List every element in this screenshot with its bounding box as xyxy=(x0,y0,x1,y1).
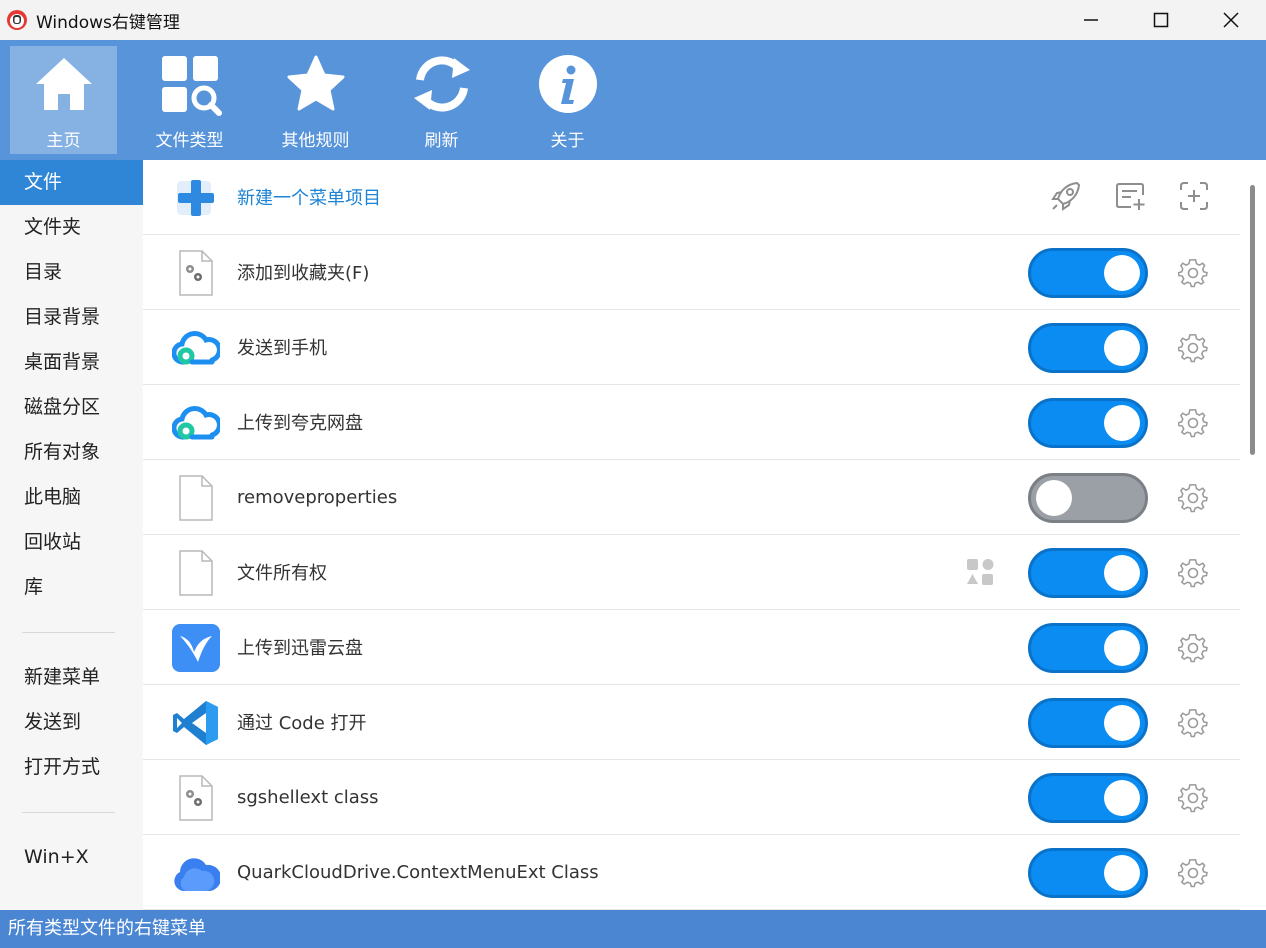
list-item[interactable]: QuarkCloudDrive.ContextMenuExt Class xyxy=(143,835,1240,910)
sidebar-item-all-objects[interactable]: 所有对象 xyxy=(0,430,143,475)
gear-icon[interactable] xyxy=(1178,483,1208,513)
window-title: Windows右键管理 xyxy=(36,12,180,33)
rocket-icon[interactable] xyxy=(1048,178,1084,214)
list-item[interactable]: 通过 Code 打开 xyxy=(143,685,1240,760)
sidebar-item-winx[interactable]: Win+X xyxy=(0,835,143,880)
sidebar-item-desktop-background[interactable]: 桌面背景 xyxy=(0,340,143,385)
maximize-button[interactable] xyxy=(1126,0,1196,40)
settings-file-icon xyxy=(171,773,221,823)
add-item-icon xyxy=(171,173,221,223)
list-item[interactable]: 上传到迅雷云盘 xyxy=(143,610,1240,685)
maximize-icon xyxy=(1153,12,1169,28)
gear-icon[interactable] xyxy=(1178,258,1208,288)
add-note-icon[interactable] xyxy=(1112,178,1148,214)
settings-file-icon xyxy=(171,248,221,298)
vertical-scrollbar[interactable] xyxy=(1250,185,1255,455)
enable-toggle[interactable] xyxy=(1028,773,1148,823)
sidebar-divider xyxy=(22,632,115,633)
sidebar-item-directory-background[interactable]: 目录背景 xyxy=(0,295,143,340)
item-label: QuarkCloudDrive.ContextMenuExt Class xyxy=(237,861,599,883)
title-bar: Windows右键管理 xyxy=(0,0,1266,40)
quark-cloud-icon xyxy=(171,323,221,373)
item-label: 上传到迅雷云盘 xyxy=(237,638,363,659)
enable-toggle[interactable] xyxy=(1028,698,1148,748)
list-item[interactable]: 文件所有权 xyxy=(143,535,1240,610)
sidebar-item-folder[interactable]: 文件夹 xyxy=(0,205,143,250)
item-label: removeproperties xyxy=(237,486,398,508)
tool-home-label: 主页 xyxy=(46,131,81,151)
list-item[interactable]: 上传到夸克网盘 xyxy=(143,385,1240,460)
tool-other-rules[interactable]: 其他规则 xyxy=(262,46,369,154)
close-icon xyxy=(1223,12,1239,28)
blank-file-icon xyxy=(171,473,221,523)
enable-toggle[interactable] xyxy=(1028,623,1148,673)
gear-icon[interactable] xyxy=(1178,408,1208,438)
tool-home[interactable]: 主页 xyxy=(10,46,117,154)
blank-file-icon xyxy=(171,548,221,598)
tool-about-label: 关于 xyxy=(550,131,585,151)
enable-toggle[interactable] xyxy=(1028,248,1148,298)
main-toolbar: 主页 文件类型 其他规则 刷新 关于 xyxy=(0,40,1266,160)
tool-other-rules-label: 其他规则 xyxy=(281,131,350,151)
window-controls xyxy=(1056,0,1266,40)
menu-item-list: 新建一个菜单项目 添加到收藏夹(F) 发送到手机 上传到夸克网盘 removep… xyxy=(143,160,1266,910)
gear-icon[interactable] xyxy=(1178,633,1208,663)
sidebar-item-directory[interactable]: 目录 xyxy=(0,250,143,295)
enable-toggle[interactable] xyxy=(1028,473,1148,523)
minimize-icon xyxy=(1084,19,1098,21)
item-label: 通过 Code 打开 xyxy=(237,713,367,734)
list-item[interactable]: 添加到收藏夹(F) xyxy=(143,235,1240,310)
sidebar: 文件 文件夹 目录 目录背景 桌面背景 磁盘分区 所有对象 此电脑 回收站 库 … xyxy=(0,160,143,910)
quark-cloud-icon xyxy=(171,398,221,448)
enable-toggle[interactable] xyxy=(1028,848,1148,898)
sidebar-item-new-menu[interactable]: 新建菜单 xyxy=(0,655,143,700)
gear-icon[interactable] xyxy=(1178,333,1208,363)
enable-toggle[interactable] xyxy=(1028,398,1148,448)
list-item[interactable]: 发送到手机 xyxy=(143,310,1240,385)
enable-toggle[interactable] xyxy=(1028,323,1148,373)
list-actions xyxy=(1048,178,1212,214)
list-item[interactable]: removeproperties xyxy=(143,460,1240,535)
sidebar-item-recycle-bin[interactable]: 回收站 xyxy=(0,520,143,565)
gear-icon[interactable] xyxy=(1178,708,1208,738)
sidebar-item-library[interactable]: 库 xyxy=(0,565,143,610)
sidebar-item-open-with[interactable]: 打开方式 xyxy=(0,745,143,790)
gear-icon[interactable] xyxy=(1178,783,1208,813)
tool-file-types[interactable]: 文件类型 xyxy=(136,46,243,154)
item-label: 文件所有权 xyxy=(237,563,327,584)
sidebar-divider xyxy=(22,812,115,813)
item-label: sgshellext class xyxy=(237,786,379,808)
new-menu-item-row[interactable]: 新建一个菜单项目 xyxy=(143,160,1240,235)
item-label: 添加到收藏夹(F) xyxy=(237,263,370,284)
tool-file-types-label: 文件类型 xyxy=(155,131,224,151)
minimize-button[interactable] xyxy=(1056,0,1126,40)
sidebar-item-send-to[interactable]: 发送到 xyxy=(0,700,143,745)
vscode-icon xyxy=(171,698,221,748)
star-icon xyxy=(287,55,344,111)
xunlei-bird-icon xyxy=(171,623,221,673)
sidebar-item-drive[interactable]: 磁盘分区 xyxy=(0,385,143,430)
tool-refresh[interactable]: 刷新 xyxy=(388,46,495,154)
gear-icon[interactable] xyxy=(1178,858,1208,888)
shapes-icon[interactable] xyxy=(965,557,995,587)
home-icon xyxy=(35,58,92,110)
add-frame-icon[interactable] xyxy=(1176,178,1212,214)
refresh-icon xyxy=(413,56,470,112)
item-label: 发送到手机 xyxy=(237,338,327,359)
new-menu-item-label[interactable]: 新建一个菜单项目 xyxy=(237,184,381,210)
sidebar-item-this-pc[interactable]: 此电脑 xyxy=(0,475,143,520)
app-logo-icon xyxy=(7,10,27,30)
close-button[interactable] xyxy=(1196,0,1266,40)
tool-refresh-label: 刷新 xyxy=(424,131,459,151)
grid-search-icon xyxy=(161,56,222,116)
list-item[interactable]: sgshellext class xyxy=(143,760,1240,835)
tool-about[interactable]: 关于 xyxy=(514,46,621,154)
status-bar: 所有类型文件的右键菜单 xyxy=(0,910,1266,948)
item-label: 上传到夸克网盘 xyxy=(237,413,363,434)
quark-drive-icon xyxy=(171,848,221,898)
sidebar-item-file[interactable]: 文件 xyxy=(0,160,143,205)
info-icon xyxy=(538,55,597,113)
gear-icon[interactable] xyxy=(1178,558,1208,588)
enable-toggle[interactable] xyxy=(1028,548,1148,598)
